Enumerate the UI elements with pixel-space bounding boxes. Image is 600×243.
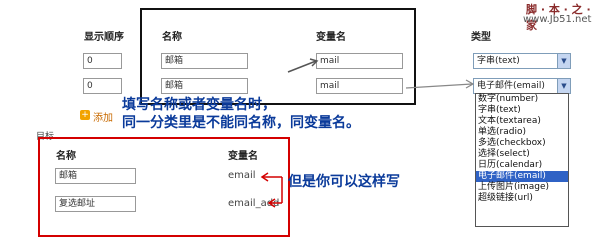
add-link[interactable]: 添加: [93, 109, 113, 124]
name-input-1[interactable]: 邮箱: [161, 53, 248, 69]
lower-header-var: 变量名: [228, 151, 258, 162]
red-arrow-graphic: [260, 172, 283, 208]
option-number[interactable]: 数字(number): [476, 94, 568, 105]
option-calendar[interactable]: 日历(calendar): [476, 160, 568, 171]
option-text[interactable]: 字串(text): [476, 105, 568, 116]
lower-var-1: email: [228, 170, 256, 181]
lower-header-name: 名称: [56, 151, 76, 162]
option-checkbox[interactable]: 多选(checkbox): [476, 138, 568, 149]
lower-name-input-1[interactable]: 邮箱: [55, 168, 136, 184]
watermark-url: www.Jb51.net: [523, 14, 592, 25]
annotation-line-2: 同一分类里是不能同名称，同变量名。: [122, 115, 360, 131]
option-textarea[interactable]: 文本(textarea): [476, 116, 568, 127]
header-order: 显示顺序: [84, 32, 124, 43]
option-url[interactable]: 超级链接(url): [476, 193, 568, 204]
add-icon[interactable]: +: [80, 110, 90, 120]
annotation-line-1: 填写名称或者变量名时，: [122, 97, 276, 113]
type-select-2-value: 电子邮件(email): [477, 81, 545, 91]
arrow-graphic-1: [287, 58, 319, 73]
type-select-1[interactable]: 字串(text) ▼: [473, 53, 571, 69]
name-input-2[interactable]: 邮箱: [161, 78, 248, 94]
option-email[interactable]: 电子邮件(email): [476, 171, 568, 182]
lower-name-input-2[interactable]: 复选邮址: [55, 196, 136, 212]
option-image[interactable]: 上传图片(image): [476, 182, 568, 193]
type-select-2[interactable]: 电子邮件(email) ▼: [473, 78, 571, 94]
chevron-down-icon[interactable]: ▼: [557, 54, 570, 68]
var-input-1[interactable]: mail: [316, 53, 403, 69]
order-input-2[interactable]: 0: [83, 78, 122, 94]
chevron-down-icon[interactable]: ▼: [557, 79, 570, 93]
type-select-1-value: 字串(text): [477, 56, 520, 66]
option-radio[interactable]: 单选(radio): [476, 127, 568, 138]
arrow-graphic-2: [405, 79, 475, 89]
option-select[interactable]: 选择(select): [476, 149, 568, 160]
order-input-1[interactable]: 0: [83, 53, 122, 69]
type-dropdown-list[interactable]: 数字(number) 字串(text) 文本(textarea) 单选(radi…: [475, 93, 569, 227]
annotation-line-3: 但是你可以这样写: [288, 174, 400, 190]
header-type: 类型: [471, 32, 491, 43]
var-input-2[interactable]: mail: [316, 78, 403, 94]
